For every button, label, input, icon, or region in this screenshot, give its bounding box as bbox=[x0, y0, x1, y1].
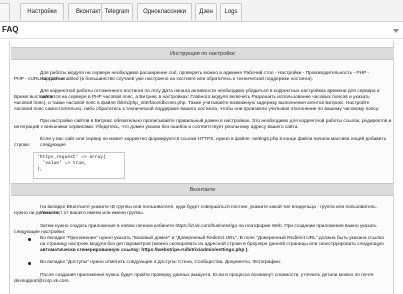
faq-header[interactable]: FAQ bbox=[0, 22, 403, 39]
instructions-text: строки: bbox=[14, 143, 31, 148]
vk-header: Вконтакте bbox=[11, 183, 394, 196]
bullet-icon bbox=[28, 262, 31, 265]
tab-odnoklassniki[interactable]: Одноклассники bbox=[137, 3, 192, 20]
instructions-text: интеграций с внешними сервисами. Убедите… bbox=[14, 125, 299, 130]
instructions-text: часовой пояс самостоятельно, либо обрати… bbox=[14, 107, 380, 112]
tab-logs[interactable]: Logs bbox=[220, 3, 242, 20]
bullet-icon bbox=[28, 238, 31, 241]
instructions-text: Если у вас сайт или сервер не может корр… bbox=[40, 137, 387, 149]
instructions-header: Инструкция по настройке bbox=[11, 47, 394, 60]
code-line: ), bbox=[37, 167, 43, 172]
tab-bar: Настройки Вконтакте Telegram Одноклассни… bbox=[0, 0, 403, 22]
chevron-down-icon[interactable] bbox=[393, 29, 399, 33]
vk-bullet-text: Во вкладке "Доступы" нужно отметить след… bbox=[40, 260, 282, 265]
instructions-text: PHP - cURL support - enabled (в большинс… bbox=[14, 77, 313, 82]
code-block: 'https_request' => array( 'value' => tru… bbox=[33, 152, 125, 179]
vk-text: нужно ли делать пост от вашего имени или… bbox=[14, 211, 144, 216]
faq-title: FAQ bbox=[2, 25, 19, 34]
tab-partial[interactable] bbox=[0, 3, 10, 20]
vk-text: Затем нужно создать приложение в новом л… bbox=[40, 224, 377, 229]
tab-telegram[interactable]: Telegram bbox=[101, 3, 133, 20]
vk-bullet-text: автоматически сгенерированную ссылку: ht… bbox=[40, 248, 249, 253]
tab-settings[interactable]: Настройки bbox=[20, 3, 64, 20]
tab-dzen[interactable]: Дзен bbox=[195, 3, 217, 20]
vk-text: devsupport@corp.vk.com. bbox=[14, 279, 70, 284]
vk-text: После создания приложения нужно будет пр… bbox=[40, 273, 374, 278]
